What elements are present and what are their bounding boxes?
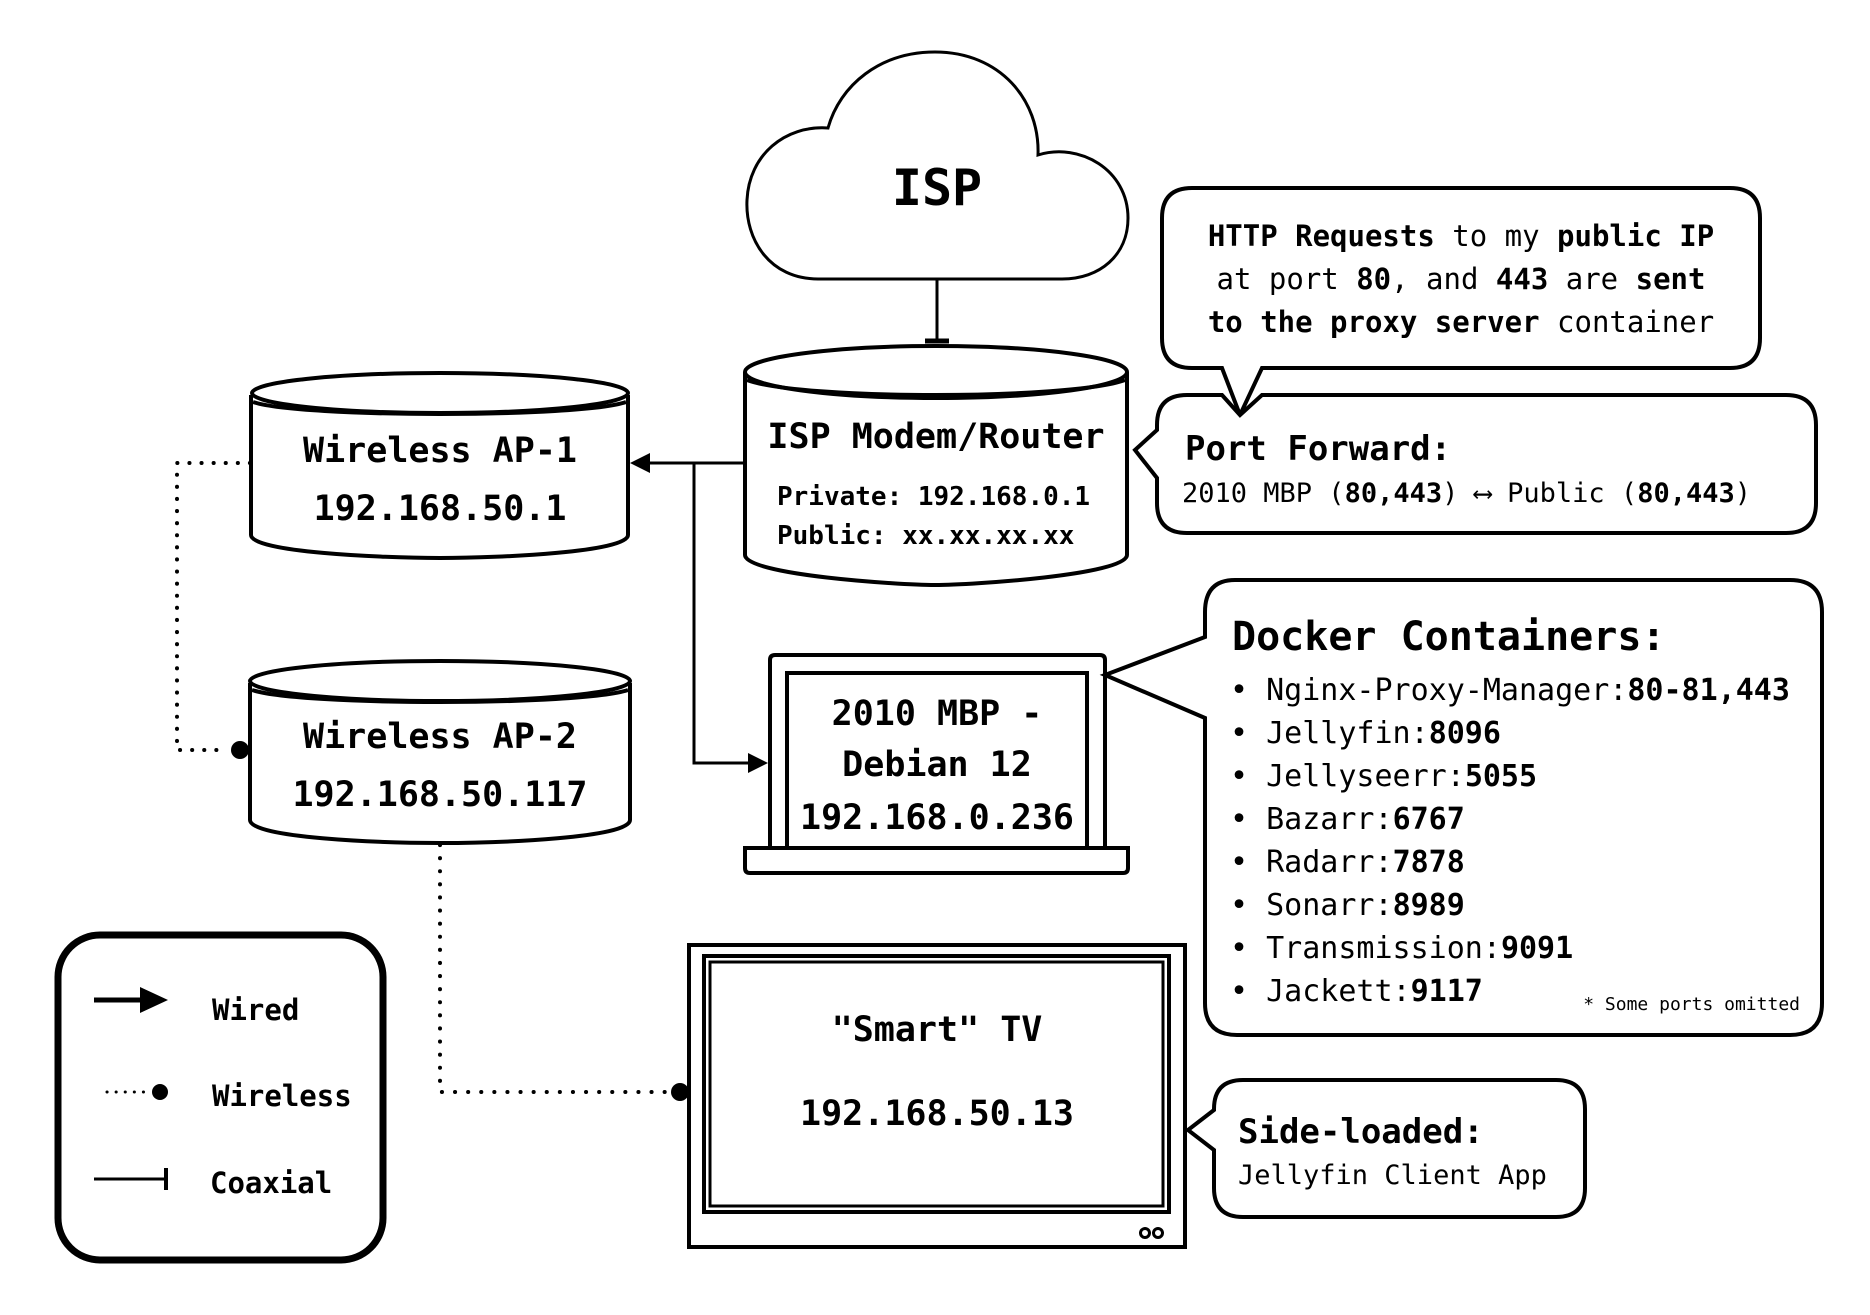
bullet-icon: •	[1230, 888, 1266, 923]
text-run: 2010 MBP (	[1182, 478, 1345, 509]
ap2-name: Wireless AP-2	[303, 717, 577, 757]
text-run: at port	[1217, 262, 1357, 296]
mbp-ip: 192.168.0.236	[800, 798, 1074, 838]
container-name: Sonarr:	[1266, 888, 1392, 923]
bullet-icon: •	[1230, 931, 1266, 966]
container-ports: 8096	[1429, 716, 1501, 751]
port-forward-title: Port Forward:	[1185, 429, 1451, 469]
text-run: container	[1540, 305, 1715, 339]
docker-footnote: * Some ports omitted	[1583, 994, 1800, 1015]
http-note-line2: at port 80, and 443 are sent	[1217, 262, 1706, 296]
text-run: are	[1548, 262, 1635, 296]
wireless-link-ap1-ap2	[175, 461, 252, 759]
container-item: • Jellyfin:8096	[1230, 716, 1501, 751]
bullet-icon: •	[1230, 845, 1266, 880]
ap1-name: Wireless AP-1	[303, 431, 577, 471]
wireless-endpoint-icon	[231, 741, 249, 759]
docker-containers-bubble: Docker Containers: • Nginx-Proxy-Manager…	[1099, 578, 1824, 1037]
container-item: • Bazarr:6767	[1230, 802, 1465, 837]
text-run: sent	[1636, 262, 1706, 296]
container-ports: 8989	[1393, 888, 1465, 923]
port-forward-bubble: Port Forward: 2010 MBP (80,443) ⟷ Public…	[1132, 393, 1818, 535]
text-run: public IP	[1557, 219, 1714, 253]
wireless-endpoint-icon	[671, 1083, 689, 1101]
legend: Wired Wireless Coaxial	[54, 931, 387, 1264]
legend-label: Wireless	[212, 1079, 352, 1113]
container-item: • Nginx-Proxy-Manager:80-81,443	[1230, 673, 1790, 708]
container-item: • Jellyseerr:5055	[1230, 759, 1537, 794]
wired-link-router-ap1	[630, 453, 745, 473]
text-run: , and	[1391, 262, 1496, 296]
tv-name: "Smart" TV	[832, 1010, 1043, 1050]
text-run: to my	[1435, 219, 1557, 253]
isp-cloud: ISP	[745, 50, 1130, 281]
sideloaded-app: Jellyfin Client App	[1238, 1160, 1547, 1191]
coax-link-isp-router	[925, 280, 949, 344]
wireless-ap-2[interactable]: Wireless AP-2 192.168.50.117	[248, 659, 632, 846]
port-forward-rule: 2010 MBP (80,443) ⟷ Public (80,443)	[1182, 478, 1751, 509]
text-run: 80	[1356, 262, 1391, 296]
container-ports: 5055	[1465, 759, 1537, 794]
legend-label: Coaxial	[210, 1166, 332, 1200]
tv-ip: 192.168.50.13	[800, 1094, 1074, 1134]
container-ports: 6767	[1393, 802, 1465, 837]
ap2-ip: 192.168.50.117	[292, 775, 587, 815]
router-public-ip: Public: xx.xx.xx.xx	[777, 521, 1074, 551]
router-private-ip: Private: 192.168.0.1	[777, 482, 1090, 512]
http-note-bubble: HTTP Requests to my public IP at port 80…	[1160, 186, 1762, 421]
arrowhead-icon	[630, 453, 650, 473]
text-run: )	[1735, 478, 1751, 509]
text-run: HTTP Requests	[1208, 219, 1435, 253]
arrowhead-icon	[748, 753, 768, 773]
docker-title: Docker Containers:	[1232, 614, 1665, 660]
container-name: Nginx-Proxy-Manager:	[1266, 673, 1627, 708]
bullet-icon: •	[1230, 974, 1266, 1009]
ap1-ip: 192.168.50.1	[314, 489, 567, 529]
http-note-line1: HTTP Requests to my public IP	[1208, 219, 1714, 253]
http-note-line3: to the proxy server container	[1208, 305, 1714, 339]
text-run: to the proxy server	[1208, 305, 1540, 339]
text-run: 80,443	[1637, 478, 1735, 509]
container-ports: 80-81,443	[1627, 673, 1790, 708]
container-item: • Radarr:7878	[1230, 845, 1465, 880]
bullet-icon: •	[1230, 759, 1266, 794]
container-item: • Transmission:9091	[1230, 931, 1573, 966]
wireless-link-ap2-tv	[438, 843, 689, 1101]
sideloaded-title: Side-loaded:	[1238, 1112, 1484, 1152]
isp-label: ISP	[892, 159, 982, 217]
smart-tv[interactable]: "Smart" TV 192.168.50.13	[687, 943, 1187, 1249]
container-ports: 9091	[1501, 931, 1573, 966]
bullet-icon: •	[1230, 802, 1266, 837]
text-run: ) ⟷ Public (	[1442, 478, 1637, 509]
bullet-icon: •	[1230, 673, 1266, 708]
legend-label: Wired	[212, 993, 299, 1027]
sideloaded-bubble: Side-loaded: Jellyfin Client App	[1184, 1078, 1587, 1219]
isp-router[interactable]: ISP Modem/Router Private: 192.168.0.1 Pu…	[743, 344, 1129, 588]
container-name: Jellyfin:	[1266, 716, 1429, 751]
wireless-ap-1[interactable]: Wireless AP-1 192.168.50.1	[249, 371, 630, 561]
container-name: Jellyseerr:	[1266, 759, 1465, 794]
mbp-laptop[interactable]: 2010 MBP - Debian 12 192.168.0.236	[743, 653, 1130, 875]
container-ports: 7878	[1393, 845, 1465, 880]
container-name: Transmission:	[1266, 931, 1501, 966]
text-run: 443	[1496, 262, 1548, 296]
container-name: Jackett:	[1266, 974, 1411, 1009]
mbp-line1: 2010 MBP -	[832, 694, 1043, 734]
container-name: Radarr:	[1266, 845, 1392, 880]
container-ports: 9117	[1411, 974, 1483, 1009]
bullet-icon: •	[1230, 716, 1266, 751]
router-title: ISP Modem/Router	[767, 417, 1104, 457]
container-item: • Sonarr:8989	[1230, 888, 1465, 923]
network-diagram: ISP ISP Modem/Router Private: 192.168.0.…	[54, 50, 1824, 1264]
container-item: • Jackett:9117	[1230, 974, 1483, 1009]
mbp-line2: Debian 12	[842, 745, 1032, 785]
text-run: 80,443	[1345, 478, 1443, 509]
container-name: Bazarr:	[1266, 802, 1392, 837]
